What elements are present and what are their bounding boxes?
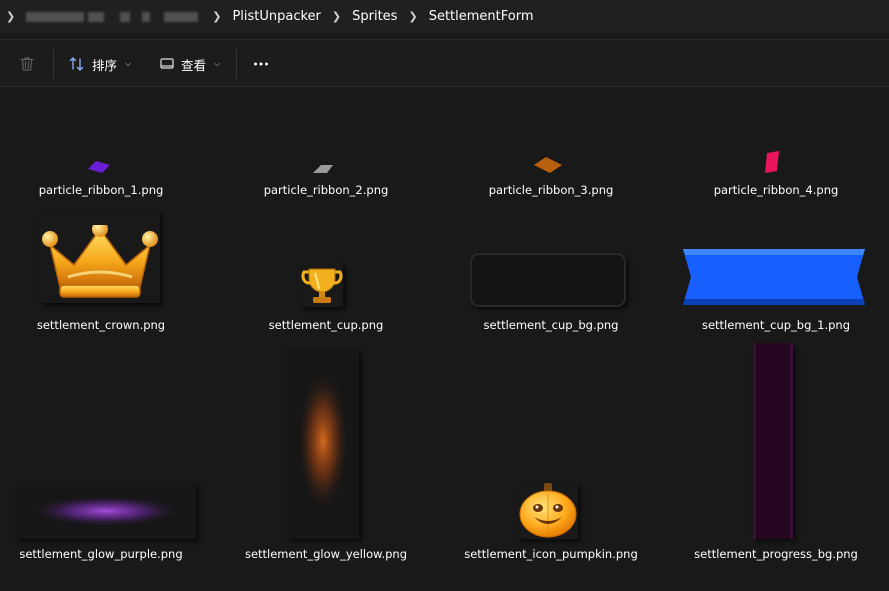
breadcrumb-plistunpacker[interactable]: PlistUnpacker bbox=[232, 9, 320, 24]
file-item[interactable]: settlement_cup_bg_1.png bbox=[681, 211, 871, 335]
trash-icon bbox=[20, 57, 34, 71]
file-item[interactable]: settlement_cup.png bbox=[231, 211, 421, 335]
file-item[interactable]: particle_ribbon_2.png bbox=[231, 147, 421, 207]
file-name: settlement_cup_bg.png bbox=[483, 318, 619, 332]
file-name: settlement_glow_purple.png bbox=[19, 547, 183, 561]
file-item[interactable]: settlement_progress_bg.png bbox=[681, 341, 871, 581]
ribbon-gray-thumbnail bbox=[313, 165, 333, 173]
chevron-right-icon: ❯ bbox=[212, 10, 222, 23]
crown-thumbnail bbox=[42, 225, 158, 298]
file-item[interactable]: particle_ribbon_4.png bbox=[681, 147, 871, 207]
cup-bg-thumbnail bbox=[470, 253, 626, 307]
ribbon-purple-thumbnail bbox=[88, 161, 110, 173]
file-item[interactable]: settlement_icon_pumpkin.png bbox=[456, 341, 646, 581]
file-name: particle_ribbon_2.png bbox=[263, 183, 389, 197]
file-name: particle_ribbon_1.png bbox=[38, 183, 164, 197]
ribbon-orange-thumbnail bbox=[534, 157, 562, 173]
sort-button[interactable]: 排序 ⌵ bbox=[68, 52, 131, 76]
toolbar: 排序 ⌵ 查看 ⌵ bbox=[0, 40, 889, 87]
file-item[interactable]: particle_ribbon_3.png bbox=[456, 147, 646, 207]
file-name: settlement_crown.png bbox=[36, 318, 166, 332]
breadcrumb-sprites[interactable]: Sprites bbox=[352, 9, 397, 24]
view-label: 查看 bbox=[181, 57, 207, 73]
chevron-right-icon: ❯ bbox=[6, 10, 16, 23]
breadcrumb-settlementform[interactable]: SettlementForm bbox=[429, 9, 534, 24]
file-item[interactable]: settlement_glow_purple.png bbox=[6, 341, 196, 581]
file-item[interactable]: settlement_crown.png bbox=[6, 211, 196, 335]
file-item[interactable]: particle_ribbon_1.png bbox=[6, 147, 196, 207]
file-item[interactable]: settlement_glow_yellow.png bbox=[231, 341, 421, 581]
file-name: settlement_progress_bg.png bbox=[694, 547, 858, 561]
file-item[interactable]: settlement_cup_bg.png bbox=[456, 211, 646, 335]
file-name: particle_ribbon_3.png bbox=[488, 183, 614, 197]
sort-icon bbox=[69, 57, 84, 71]
pumpkin-thumbnail bbox=[519, 483, 577, 538]
blurred-path bbox=[26, 11, 199, 22]
file-grid: particle_ribbon_1.png particle_ribbon_2.… bbox=[0, 87, 889, 591]
file-name: particle_ribbon_4.png bbox=[713, 183, 839, 197]
ribbon-pink-thumbnail bbox=[765, 151, 779, 173]
more-options-button[interactable] bbox=[252, 52, 270, 76]
toolbar-divider bbox=[236, 49, 237, 79]
file-name: settlement_cup_bg_1.png bbox=[701, 318, 851, 332]
chevron-down-icon: ⌵ bbox=[214, 59, 221, 68]
blue-banner-thumbnail bbox=[683, 249, 865, 305]
view-icon bbox=[160, 58, 174, 69]
chevron-right-icon: ❯ bbox=[408, 10, 418, 23]
address-bar[interactable]: ❯ ❯ PlistUnpacker ❯ Sprites ❯ Settlement… bbox=[0, 0, 889, 33]
purple-glow-thumbnail bbox=[28, 495, 184, 527]
file-name: settlement_glow_yellow.png bbox=[244, 547, 408, 561]
toolbar-divider bbox=[53, 49, 54, 79]
file-name: settlement_icon_pumpkin.png bbox=[464, 547, 638, 561]
delete-button[interactable] bbox=[18, 52, 36, 76]
more-icon bbox=[254, 62, 268, 66]
chevron-down-icon: ⌵ bbox=[125, 59, 132, 68]
chevron-right-icon: ❯ bbox=[331, 10, 342, 23]
view-button[interactable]: 查看 ⌵ bbox=[159, 52, 220, 76]
trophy-thumbnail bbox=[301, 268, 343, 303]
progress-bg-thumbnail bbox=[753, 343, 793, 539]
yellow-glow-thumbnail bbox=[297, 369, 349, 513]
sort-label: 排序 bbox=[92, 57, 118, 73]
file-name: settlement_cup.png bbox=[268, 318, 384, 332]
